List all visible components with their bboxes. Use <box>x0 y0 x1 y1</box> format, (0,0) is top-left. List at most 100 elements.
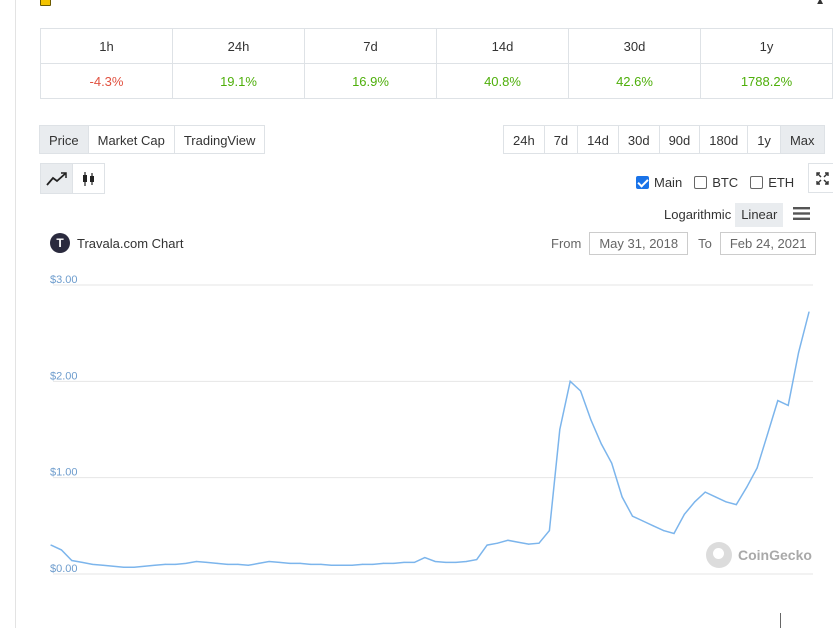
price-point <box>175 563 177 565</box>
price-point <box>330 564 332 566</box>
price-point <box>808 311 810 313</box>
range-7d-button[interactable]: 7d <box>543 125 579 154</box>
price-point <box>403 561 405 564</box>
main-label: Main <box>654 175 683 190</box>
price-point <box>206 561 208 564</box>
price-point <box>611 462 613 464</box>
price-point <box>372 563 374 565</box>
price-point <box>621 496 623 498</box>
price-point <box>777 400 779 402</box>
price-change-table: 1h 24h 7d 14d 30d 1y -4.3% 19.1% 16.9% 4… <box>40 28 833 99</box>
price-point <box>735 504 737 506</box>
from-label: From <box>551 236 582 251</box>
linear-button[interactable]: Linear <box>735 203 784 227</box>
price-point <box>766 433 769 435</box>
price-point <box>71 559 73 562</box>
y-tick-label: $1.00 <box>50 467 78 479</box>
price-point <box>91 563 94 565</box>
range-1y-button[interactable]: 1y <box>747 125 781 154</box>
range-30d-button[interactable]: 30d <box>617 125 660 154</box>
price-point <box>60 549 62 551</box>
price-point <box>444 561 447 564</box>
price-point <box>320 563 322 565</box>
price-point <box>102 564 104 566</box>
tab-tradingview[interactable]: TradingView <box>173 125 266 154</box>
range-24h-button[interactable]: 24h <box>503 125 545 154</box>
period-7d: 7d <box>304 28 437 64</box>
price-point <box>361 563 364 565</box>
from-date-input[interactable]: May 31, 2018 <box>589 232 689 255</box>
time-range-group: 24h 7d 14d 30d 90d 180d 1y Max <box>503 125 825 154</box>
range-14d-button[interactable]: 14d <box>577 125 619 154</box>
fullscreen-button[interactable] <box>808 163 833 193</box>
scale-toggle: Logarithmic Linear <box>660 203 811 227</box>
price-point <box>507 539 509 541</box>
chart-tab-group: Price Market Cap TradingView <box>39 125 266 154</box>
chart-type-group <box>40 163 105 194</box>
price-point <box>413 561 416 564</box>
range-max-button[interactable]: Max <box>779 125 825 154</box>
price-point <box>725 501 727 503</box>
hamburger-menu-icon[interactable] <box>793 207 811 223</box>
price-point <box>123 566 125 568</box>
price-point <box>746 486 748 488</box>
page-divider <box>15 0 16 628</box>
range-180d-button[interactable]: 180d <box>699 125 749 154</box>
price-point <box>143 565 146 567</box>
price-series-line <box>50 311 810 569</box>
btc-label: BTC <box>712 175 739 190</box>
price-point <box>631 515 634 517</box>
price-point <box>590 419 592 421</box>
price-point <box>569 380 571 382</box>
change-row: -4.3% 19.1% 16.9% 40.8% 42.6% 1788.2% <box>40 63 833 99</box>
checkbox-unchecked-icon[interactable] <box>694 176 708 189</box>
price-point <box>341 564 343 566</box>
range-90d-button[interactable]: 90d <box>658 125 701 154</box>
price-point <box>237 563 239 565</box>
coingecko-logo-icon <box>706 542 732 568</box>
price-point <box>528 543 530 545</box>
change-7d: 16.9% <box>304 63 437 99</box>
price-point <box>663 530 665 532</box>
watermark-text: CoinGecko <box>738 547 812 563</box>
price-point <box>278 561 281 564</box>
tab-market-cap[interactable]: Market Cap <box>87 125 175 154</box>
date-range: From May 31, 2018 To Feb 24, 2021 <box>551 232 817 255</box>
checkbox-unchecked-icon[interactable] <box>750 176 764 189</box>
price-point <box>185 562 187 565</box>
line-chart-icon[interactable] <box>40 163 73 194</box>
price-point <box>486 544 488 546</box>
price-point <box>652 525 654 527</box>
price-point <box>50 544 52 546</box>
btc-checkbox[interactable]: BTC <box>694 175 738 190</box>
checkbox-checked-icon[interactable] <box>636 176 649 189</box>
price-point <box>112 565 114 567</box>
price-point <box>81 561 83 564</box>
eth-checkbox[interactable]: ETH <box>750 175 794 190</box>
change-24h: 19.1% <box>172 63 305 99</box>
compare-checkboxes: Main BTC ETH <box>636 175 806 190</box>
logarithmic-button[interactable]: Logarithmic <box>660 203 735 227</box>
price-point <box>673 532 675 535</box>
to-date-input[interactable]: Feb 24, 2021 <box>719 232 817 255</box>
price-point <box>424 557 426 559</box>
price-point <box>683 513 685 515</box>
price-point <box>154 564 156 566</box>
price-point <box>164 563 166 565</box>
coingecko-watermark: CoinGecko <box>706 542 812 568</box>
chart-title-text: Travala.com Chart <box>77 235 184 251</box>
candlestick-icon[interactable] <box>72 163 105 194</box>
price-point <box>195 560 197 563</box>
price-point <box>548 530 551 532</box>
price-point <box>216 562 218 565</box>
price-point <box>351 564 353 566</box>
price-point <box>559 428 561 431</box>
period-30d: 30d <box>568 28 701 64</box>
price-point <box>714 496 717 498</box>
bottom-axis-tick <box>780 613 781 628</box>
main-checkbox[interactable]: Main <box>636 175 682 190</box>
price-point <box>268 560 270 563</box>
price-point <box>382 562 384 565</box>
tab-price[interactable]: Price <box>39 125 89 154</box>
price-point <box>756 467 758 469</box>
